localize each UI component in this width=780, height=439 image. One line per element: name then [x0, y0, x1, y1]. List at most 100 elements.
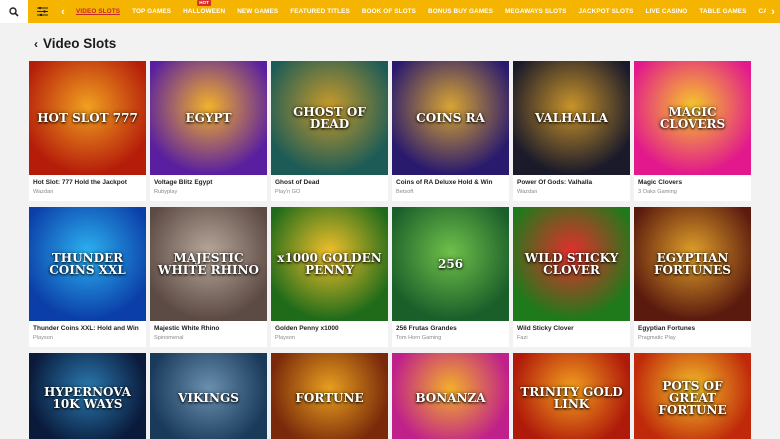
game-name: Thunder Coins XXL: Hold and Win	[33, 325, 139, 332]
game-thumbnail[interactable]: VALHALLA	[513, 61, 630, 175]
tab-top-games[interactable]: TOP GAMES	[126, 0, 177, 23]
game-thumbnail[interactable]: TRINITY GOLD LINK	[513, 353, 630, 439]
tab-halloween[interactable]: HALLOWEEN HOT	[177, 0, 231, 23]
tab-label: FEATURED TITLES	[290, 8, 350, 15]
game-logo-art: MAGIC CLOVERS	[659, 105, 726, 131]
game-logo-art: FORTUNE	[295, 391, 364, 405]
game-logo-art: GHOST OF DEAD	[293, 105, 366, 131]
game-logo-art: VALHALLA	[535, 111, 608, 125]
game-thumbnail[interactable]: FORTUNE	[271, 353, 388, 439]
game-card[interactable]: x1000 GOLDEN PENNY Golden Penny x1000 Play…	[271, 207, 388, 347]
game-thumbnail[interactable]: MAGIC CLOVERS	[634, 61, 751, 175]
tab-video-slots[interactable]: VIDEO SLOTS	[70, 0, 126, 23]
game-card[interactable]: FORTUNE	[271, 353, 388, 439]
tab-bonus-buy-games[interactable]: BONUS BUY GAMES	[422, 0, 499, 23]
tab-label: BONUS BUY GAMES	[428, 8, 493, 15]
tab-label: HALLOWEEN	[183, 8, 226, 15]
game-card[interactable]: VIKINGS	[150, 353, 267, 439]
tab-live-casino[interactable]: LIVE CASINO	[639, 0, 693, 23]
search-button[interactable]	[0, 0, 28, 23]
game-card[interactable]: HYPERNOVA 10K WAYS	[29, 353, 146, 439]
game-thumbnail[interactable]: POTS OF GREAT FORTUNE	[634, 353, 751, 439]
game-card[interactable]: EGYPTIAN FORTUNES Egyptian Fortunes Pragma…	[634, 207, 751, 347]
game-thumbnail[interactable]: WILD STICKY CLOVER	[513, 207, 630, 321]
filter-icon	[36, 7, 48, 16]
chevron-right-icon: ›	[771, 5, 775, 18]
game-logo-art: MAJESTIC WHITE RHINO	[157, 251, 260, 277]
game-thumbnail[interactable]: EGYPT	[150, 61, 267, 175]
game-name: Voltage Blitz Egypt	[154, 179, 213, 186]
game-card[interactable]: VALHALLA Power Of Gods: Valhalla Wazdan	[513, 61, 630, 201]
game-thumbnail[interactable]: VIKINGS	[150, 353, 267, 439]
game-card[interactable]: POTS OF GREAT FORTUNE	[634, 353, 751, 439]
game-card[interactable]: MAJESTIC WHITE RHINO Majestic White Rhino…	[150, 207, 267, 347]
game-card[interactable]: THUNDER COINS XXL Thunder Coins XXL: Hold…	[29, 207, 146, 347]
game-logo-art: WILD STICKY CLOVER	[524, 251, 619, 277]
game-name: Power Of Gods: Valhalla	[517, 179, 593, 186]
game-name: Wild Sticky Clover	[517, 325, 574, 332]
game-name: Coins of RA Deluxe Hold & Win	[396, 179, 493, 186]
game-card[interactable]: MAGIC CLOVERS Magic Clovers 3 Oaks Gaming	[634, 61, 751, 201]
game-name: Egyptian Fortunes	[638, 325, 696, 332]
game-name: Magic Clovers	[638, 179, 683, 186]
nav-prev-button[interactable]: ‹	[56, 0, 70, 23]
game-thumbnail[interactable]: x1000 GOLDEN PENNY	[271, 207, 388, 321]
game-logo-art: TRINITY GOLD LINK	[520, 385, 623, 411]
game-thumbnail[interactable]: COINS RA	[392, 61, 509, 175]
tab-table-games[interactable]: TABLE GAMES	[693, 0, 752, 23]
game-logo-art: VIKINGS	[178, 391, 239, 405]
game-provider: Wazdan	[33, 189, 54, 195]
game-provider: 3 Oaks Gaming	[638, 189, 677, 195]
game-name: Golden Penny x1000	[275, 325, 339, 332]
game-card[interactable]: WILD STICKY CLOVER Wild Sticky Clover Fazi	[513, 207, 630, 347]
tab-jackpot-slots[interactable]: JACKPOT SLOTS	[573, 0, 640, 23]
game-card[interactable]: COINS RA Coins of RA Deluxe Hold & Win Bet…	[392, 61, 509, 201]
game-logo-art: POTS OF GREAT FORTUNE	[658, 379, 727, 417]
game-provider: Tom Horn Gaming	[396, 335, 442, 341]
game-provider: Playson	[275, 335, 295, 341]
tab-label: JACKPOT SLOTS	[578, 8, 634, 15]
game-provider: Rubyplay	[154, 189, 178, 195]
game-logo-art: HOT SLOT 777	[37, 111, 138, 125]
game-provider: Spinomenal	[154, 335, 184, 341]
filter-button[interactable]	[28, 0, 56, 23]
game-thumbnail[interactable]: HYPERNOVA 10K WAYS	[29, 353, 146, 439]
game-thumbnail[interactable]: HOT SLOT 777	[29, 61, 146, 175]
game-name: Majestic White Rhino	[154, 325, 220, 332]
game-provider: Pragmatic Play	[638, 335, 676, 341]
game-card[interactable]: HOT SLOT 777 Hot Slot: 777 Hold the Jackp…	[29, 61, 146, 201]
game-card[interactable]: EGYPT Voltage Blitz Egypt Rubyplay	[150, 61, 267, 201]
tab-new-games[interactable]: NEW GAMES	[231, 0, 284, 23]
game-card[interactable]: TRINITY GOLD LINK	[513, 353, 630, 439]
game-logo-art: EGYPTIAN FORTUNES	[654, 251, 731, 277]
chevron-left-icon: ‹	[61, 5, 65, 18]
game-logo-art: BONANZA	[415, 391, 486, 405]
game-logo-art: EGYPT	[185, 111, 232, 125]
top-nav: ‹ VIDEO SLOTS TOP GAMES HALLOWEEN HOT NEW GA…	[0, 0, 780, 23]
game-thumbnail[interactable]: MAJESTIC WHITE RHINO	[150, 207, 267, 321]
game-logo-art: THUNDER COINS XXL	[49, 251, 126, 277]
tab-label: TOP GAMES	[132, 8, 172, 15]
game-logo-art: x1000 GOLDEN PENNY	[277, 251, 382, 277]
tab-book-of-slots[interactable]: BOOK OF SLOTS	[356, 0, 422, 23]
tab-label: VIDEO SLOTS	[76, 8, 121, 15]
game-card[interactable]: BONANZA	[392, 353, 509, 439]
tab-label: NEW GAMES	[237, 8, 279, 15]
game-card[interactable]: 256 256 Frutas Grandes Tom Horn Gaming	[392, 207, 509, 347]
game-provider: Play'n GO	[275, 189, 301, 195]
category-tabs: VIDEO SLOTS TOP GAMES HALLOWEEN HOT NEW GAME…	[70, 0, 780, 23]
back-chevron-icon[interactable]: ‹	[34, 37, 38, 51]
game-provider: Fazi	[517, 335, 528, 341]
nav-next-button[interactable]: ›	[766, 0, 780, 23]
game-thumbnail[interactable]: THUNDER COINS XXL	[29, 207, 146, 321]
game-thumbnail[interactable]: GHOST OF DEAD	[271, 61, 388, 175]
tab-featured-titles[interactable]: FEATURED TITLES	[284, 0, 356, 23]
search-icon	[9, 6, 19, 17]
tab-megaways-slots[interactable]: MEGAWAYS SLOTS	[499, 0, 573, 23]
game-card[interactable]: GHOST OF DEAD Ghost of Dead Play'n GO	[271, 61, 388, 201]
game-logo-art: 256	[437, 257, 464, 271]
hot-badge: HOT	[197, 0, 212, 6]
game-thumbnail[interactable]: EGYPTIAN FORTUNES	[634, 207, 751, 321]
game-thumbnail[interactable]: 256	[392, 207, 509, 321]
game-thumbnail[interactable]: BONANZA	[392, 353, 509, 439]
